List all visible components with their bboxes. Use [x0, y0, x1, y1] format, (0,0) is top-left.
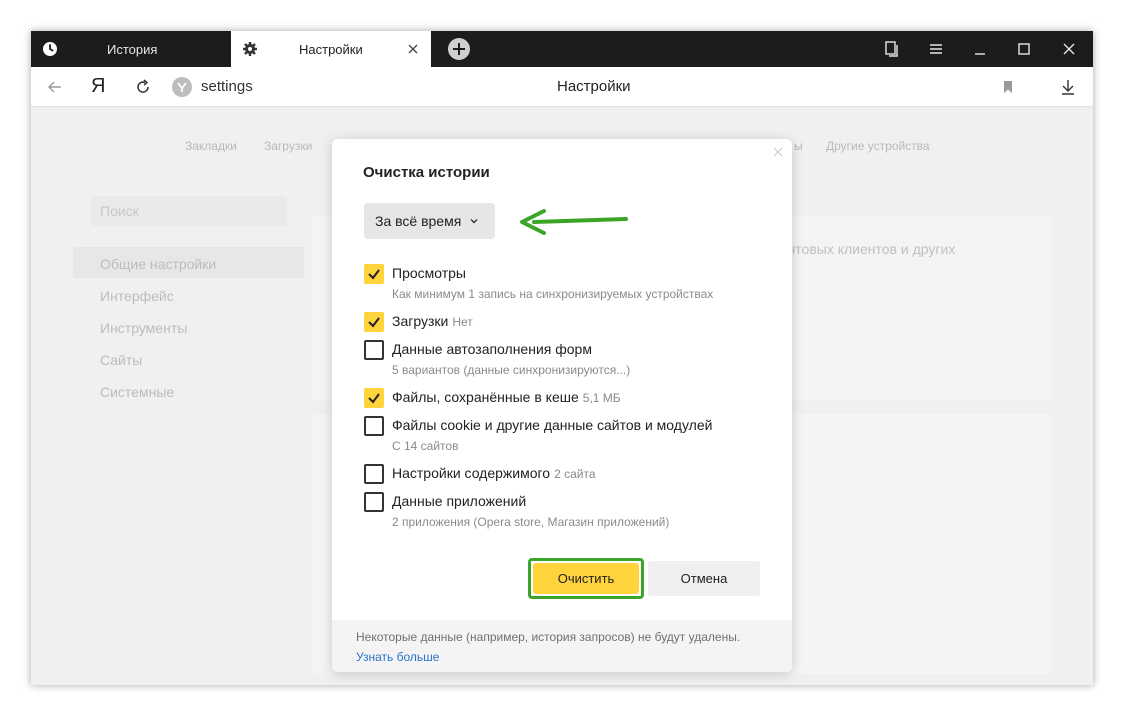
clear-button[interactable]: Очистить	[533, 563, 639, 594]
nav-link-downloads[interactable]: Загрузки	[264, 139, 312, 153]
option-description: 5 вариантов (данные синхронизируются...)	[392, 363, 631, 377]
settings-search-input[interactable]: Поиск	[91, 196, 287, 226]
background-text: чтовых клиентов и других	[788, 241, 956, 257]
sidebar-item-tools[interactable]: Инструменты	[100, 320, 187, 336]
address-bar: Я settings Настройки	[31, 67, 1093, 107]
option-extra: Нет	[452, 315, 473, 329]
tab-manager-icon[interactable]	[881, 39, 901, 59]
nav-link-bookmarks[interactable]: Закладки	[185, 139, 237, 153]
sidebar-item-system[interactable]: Системные	[100, 384, 174, 400]
url-text[interactable]: settings	[201, 78, 253, 95]
maximize-icon[interactable]	[1014, 39, 1034, 59]
option-label: Данные автозаполнения форм	[392, 341, 592, 357]
close-icon[interactable]	[405, 41, 421, 57]
option-description: Как минимум 1 запись на синхронизируемых…	[392, 287, 714, 301]
option-label: Просмотры	[392, 265, 466, 281]
nav-link-partial[interactable]: ы	[794, 139, 803, 153]
site-shield-icon[interactable]	[172, 77, 192, 97]
period-value: За всё время	[375, 213, 462, 229]
browser-y-icon	[177, 82, 187, 92]
sidebar-item-general[interactable]: Общие настройки	[100, 256, 216, 272]
checkbox-unchecked[interactable]	[364, 464, 384, 484]
tab-label: История	[107, 42, 158, 57]
option-extra: 5,1 МБ	[582, 391, 621, 405]
menu-icon[interactable]	[926, 39, 946, 59]
close-window-icon[interactable]	[1059, 39, 1079, 59]
bookmark-icon[interactable]	[998, 77, 1018, 97]
option-description: 2 приложения (Opera store, Магазин прило…	[392, 515, 670, 529]
gear-icon	[243, 42, 257, 56]
footer-note: Некоторые данные (например, история запр…	[356, 630, 741, 644]
option-label: Настройки содержимого 2 сайта	[392, 465, 596, 481]
checkbox-unchecked[interactable]	[364, 340, 384, 360]
tab-settings[interactable]: Настройки	[231, 31, 431, 67]
chevron-down-icon	[470, 219, 478, 224]
checkmark-icon	[368, 269, 380, 280]
cancel-button[interactable]: Отмена	[648, 561, 760, 596]
back-arrow-icon[interactable]	[45, 77, 65, 97]
option-extra: 2 сайта	[554, 467, 596, 481]
download-icon[interactable]	[1058, 77, 1078, 97]
period-dropdown[interactable]: За всё время	[364, 203, 495, 239]
minimize-icon[interactable]	[970, 39, 990, 59]
close-icon[interactable]	[772, 146, 784, 158]
nav-link-other-devices[interactable]: Другие устройства	[826, 139, 930, 153]
reload-icon[interactable]	[133, 77, 153, 97]
checkmark-icon	[368, 317, 380, 328]
yandex-logo[interactable]: Я	[91, 75, 105, 98]
checkbox-checked[interactable]	[364, 264, 384, 284]
checkbox-checked[interactable]	[364, 388, 384, 408]
checkbox-unchecked[interactable]	[364, 492, 384, 512]
annotation-arrow-icon	[520, 209, 628, 235]
option-description: С 14 сайтов	[392, 439, 459, 453]
option-label: Данные приложений	[392, 493, 527, 509]
page-title: Настройки	[557, 78, 631, 95]
checkbox-unchecked[interactable]	[364, 416, 384, 436]
checkbox-checked[interactable]	[364, 312, 384, 332]
dialog-title: Очистка истории	[363, 164, 490, 181]
tab-history[interactable]: История	[31, 31, 231, 67]
sidebar-item-interface[interactable]: Интерфейс	[100, 288, 174, 304]
tab-bar: История Настройки	[31, 31, 1093, 67]
checkmark-icon	[368, 393, 380, 404]
dialog-footer: Некоторые данные (например, история запр…	[332, 620, 792, 672]
clear-button-highlight: Очистить	[528, 558, 644, 599]
new-tab-button[interactable]	[448, 38, 470, 60]
option-label: Файлы, сохранённые в кеше 5,1 МБ	[392, 389, 621, 405]
option-label: Загрузки Нет	[392, 313, 473, 329]
tab-label: Настройки	[299, 42, 363, 57]
option-label: Файлы cookie и другие данные сайтов и мо…	[392, 417, 713, 433]
clock-icon	[43, 42, 57, 56]
plus-icon	[453, 43, 465, 55]
sidebar-item-sites[interactable]: Сайты	[100, 352, 142, 368]
learn-more-link[interactable]: Узнать больше	[356, 650, 439, 664]
